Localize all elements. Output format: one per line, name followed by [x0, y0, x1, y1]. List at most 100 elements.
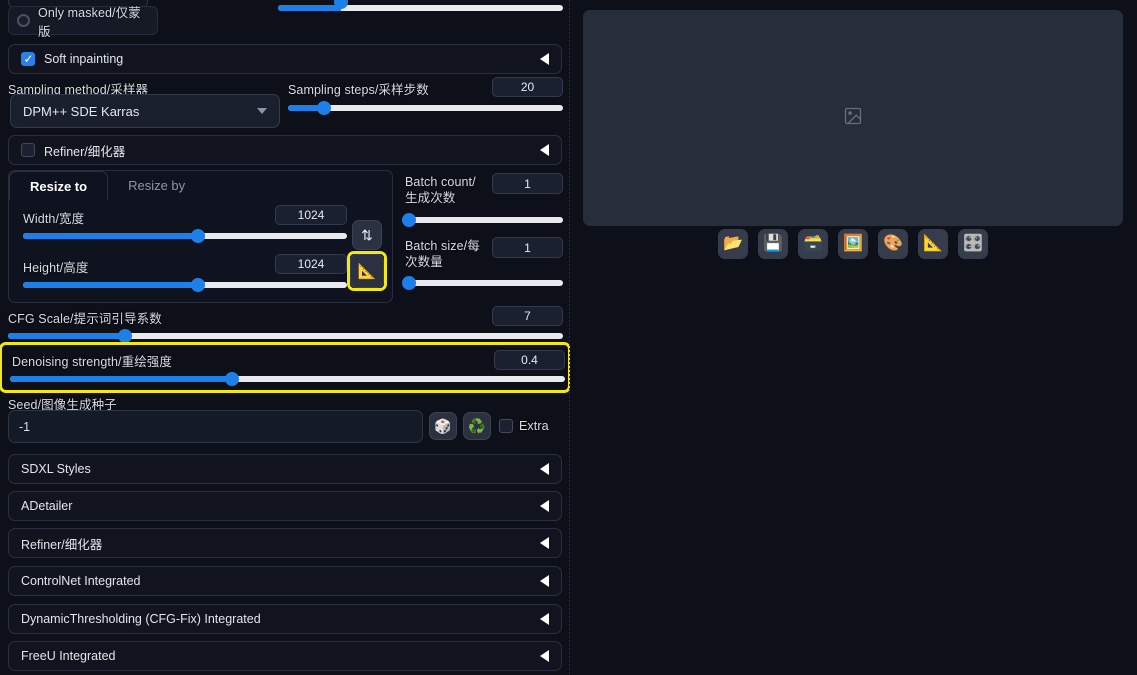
batch-size-slider[interactable]: [402, 275, 563, 291]
swap-vertical-icon: ⇅: [361, 226, 373, 243]
slider-knob[interactable]: [117, 329, 132, 343]
denoising-strength-slider[interactable]: [10, 371, 565, 387]
top-cutoff-slider[interactable]: [278, 0, 563, 16]
cfg-scale-label: CFG Scale/提示词引导系数: [8, 312, 162, 326]
refiner-label: Refiner/细化器: [44, 144, 126, 159]
slider-knob[interactable]: [402, 276, 416, 290]
slider-knob[interactable]: [316, 101, 331, 115]
sampling-steps-slider[interactable]: [288, 100, 563, 116]
sampling-method-dropdown[interactable]: DPM++ SDE Karras: [10, 94, 280, 128]
width-slider[interactable]: [23, 228, 347, 244]
batch-count-label: Batch count/生成次数: [405, 175, 476, 205]
slider-fill: [23, 233, 198, 239]
accordion-label: ControlNet Integrated: [21, 574, 141, 588]
chevron-left-icon[interactable]: [540, 613, 549, 625]
chevron-down-icon[interactable]: [257, 108, 267, 114]
chevron-left-icon[interactable]: [540, 537, 549, 549]
seed-value: -1: [19, 419, 31, 434]
slider-fill: [10, 376, 232, 382]
save-button[interactable]: 💾: [758, 229, 788, 259]
slider-knob[interactable]: [190, 229, 205, 243]
chevron-left-icon[interactable]: [540, 500, 549, 512]
soft-inpainting-label: Soft inpainting: [44, 52, 124, 66]
accordion-freeu[interactable]: FreeU Integrated: [8, 641, 562, 671]
open-folder-button[interactable]: 📂: [718, 229, 748, 259]
palette-button[interactable]: 🎨: [878, 229, 908, 259]
card-index-button[interactable]: 🗃️: [798, 229, 828, 259]
width-value[interactable]: 1024: [275, 205, 347, 225]
batch-size-value[interactable]: 1: [492, 237, 563, 258]
soft-inpainting-checkbox[interactable]: [21, 51, 35, 67]
radio-dot-icon: [17, 14, 30, 27]
triangular-ruler-icon: 📐: [357, 263, 377, 280]
extra-seed-label: Extra: [519, 419, 549, 433]
random-seed-button[interactable]: 🎲: [429, 412, 457, 440]
image-preview-area[interactable]: [583, 10, 1123, 226]
accordion-soft-inpainting[interactable]: Soft inpainting: [8, 44, 562, 74]
sampling-steps-value[interactable]: 20: [492, 77, 563, 97]
cfg-scale-value[interactable]: 7: [492, 306, 563, 326]
chevron-left-icon[interactable]: [540, 144, 549, 156]
sampling-steps-label: Sampling steps/采样步数: [288, 83, 429, 97]
image-placeholder-icon: [843, 106, 863, 131]
height-slider[interactable]: [23, 277, 347, 293]
app-root: Only masked/仅蒙版 Soft inpainting Sampling…: [0, 0, 1137, 675]
chevron-left-icon[interactable]: [540, 463, 549, 475]
accordion-refiner-top[interactable]: Refiner/细化器: [8, 135, 562, 165]
swap-dimensions-button[interactable]: ⇅: [352, 220, 382, 250]
seed-input[interactable]: -1: [8, 410, 423, 443]
right-output-panel: 📂 💾 🗃️ 🖼️ 🎨 📐 🎛️: [570, 0, 1137, 675]
ruler-button[interactable]: 📐: [918, 229, 948, 259]
accordion-dynamic-thresholding[interactable]: DynamicThresholding (CFG-Fix) Integrated: [8, 604, 562, 634]
slider-knob[interactable]: [402, 213, 416, 227]
output-toolbar: 📂 💾 🗃️ 🖼️ 🎨 📐 🎛️: [583, 224, 1123, 264]
left-settings-panel: Only masked/仅蒙版 Soft inpainting Sampling…: [0, 0, 570, 675]
chevron-left-icon[interactable]: [540, 53, 549, 65]
sampling-method-value: DPM++ SDE Karras: [23, 103, 140, 119]
extra-seed-checkbox[interactable]: [499, 419, 513, 433]
accordion-label: ADetailer: [21, 499, 73, 513]
accordion-label: FreeU Integrated: [21, 649, 116, 663]
reuse-seed-button[interactable]: ♻️: [463, 412, 491, 440]
slider-fill: [23, 282, 198, 288]
radio-only-masked-label: Only masked/仅蒙版: [38, 5, 141, 39]
accordion-label: DynamicThresholding (CFG-Fix) Integrated: [21, 612, 261, 626]
width-label: Width/宽度: [23, 212, 85, 226]
cfg-scale-slider[interactable]: [8, 328, 563, 344]
denoising-strength-group: Denoising strength/重绘强度 0.4: [2, 345, 568, 390]
height-value[interactable]: 1024: [275, 254, 347, 274]
save-icon: 💾: [763, 235, 783, 252]
accordion-sdxl-styles[interactable]: SDXL Styles: [8, 454, 562, 484]
batch-count-value[interactable]: 1: [492, 173, 563, 194]
accordion-adetailer[interactable]: ADetailer: [8, 491, 562, 521]
framed-picture-icon: 🖼️: [843, 235, 863, 252]
batch-count-slider[interactable]: [402, 212, 563, 228]
toolbox-button[interactable]: 🎛️: [958, 229, 988, 259]
palette-icon: 🎨: [883, 235, 903, 252]
chevron-left-icon[interactable]: [540, 650, 549, 662]
radio-only-masked[interactable]: Only masked/仅蒙版: [8, 6, 158, 39]
chevron-left-icon[interactable]: [540, 575, 549, 587]
slider-track: [405, 280, 563, 286]
accordion-label: SDXL Styles: [21, 462, 91, 476]
accordion-controlnet[interactable]: ControlNet Integrated: [8, 566, 562, 596]
slider-knob[interactable]: [225, 372, 239, 386]
resize-group: Resize to Resize by Width/宽度 1024 Height…: [8, 170, 393, 303]
folder-icon: 📂: [723, 235, 743, 252]
slider-knob[interactable]: [190, 278, 205, 292]
slider-fill: [8, 333, 125, 339]
recycle-icon: ♻️: [468, 417, 486, 434]
accordion-refiner[interactable]: Refiner/细化器: [8, 528, 562, 558]
denoising-strength-value[interactable]: 0.4: [494, 350, 565, 370]
tab-resize-by[interactable]: Resize by: [108, 171, 205, 200]
dice-icon: 🎲: [434, 417, 452, 434]
tab-resize-to[interactable]: Resize to: [9, 171, 109, 200]
card-index-icon: 🗃️: [803, 235, 823, 252]
send-to-image-button[interactable]: 🖼️: [838, 229, 868, 259]
toolbox-icon: 🎛️: [963, 235, 983, 252]
slider-fill: [278, 5, 341, 11]
detect-resolution-button[interactable]: 📐: [350, 254, 384, 288]
accordion-label: Refiner/细化器: [21, 537, 103, 552]
refiner-checkbox[interactable]: [21, 143, 35, 157]
resize-tabbar: Resize to Resize by: [9, 171, 205, 200]
